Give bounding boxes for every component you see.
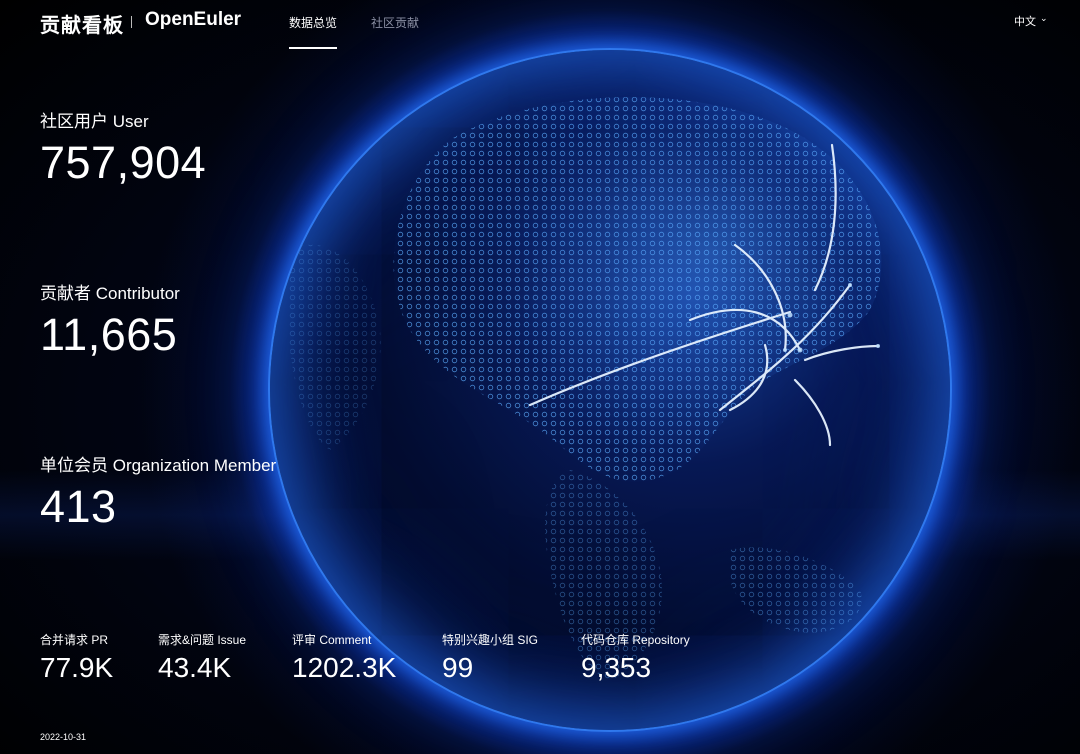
metric-sig: 特别兴趣小组 SIG 99 <box>442 632 538 684</box>
metric-value: 77.9K <box>40 652 114 683</box>
metric-label: 评审 Comment <box>292 633 372 647</box>
stat-value: 757,904 <box>40 137 207 188</box>
active-tab-indicator <box>289 47 337 49</box>
stat-label: 社区用户 User <box>40 112 149 131</box>
metric-value: 99 <box>442 652 474 683</box>
tab-data-overview[interactable]: 数据总览 <box>289 14 337 31</box>
metric-comment: 评审 Comment 1202.3K <box>292 632 396 684</box>
metric-value: 43.4K <box>158 652 232 683</box>
metric-label: 合并请求 PR <box>40 633 109 647</box>
metric-value: 9,353 <box>581 652 652 683</box>
metric-issue: 需求&问题 Issue 43.4K <box>158 632 246 684</box>
data-date: 2022-10-31 <box>40 732 87 742</box>
stat-value: 11,665 <box>40 309 178 360</box>
metric-label: 代码仓库 Repository <box>581 633 690 647</box>
metric-value: 1202.3K <box>292 652 397 683</box>
stat-organization-member: 单位会员 Organization Member 413 <box>40 456 276 532</box>
chevron-down-icon[interactable]: ⌄ <box>1040 13 1048 24</box>
stat-label: 贡献者 Contributor <box>40 284 180 303</box>
language-selector[interactable]: 中文 <box>1014 13 1036 29</box>
dashboard-page: 贡献看板 OpenEuler 数据总览 社区贡献 中文 ⌄ 社区用户 User … <box>0 0 1080 754</box>
globe-network-graphic <box>287 97 882 680</box>
page-title: 贡献看板 <box>40 15 124 37</box>
stat-label: 单位会员 Organization Member <box>40 456 277 475</box>
metric-label: 需求&问题 Issue <box>158 633 247 647</box>
stat-user: 社区用户 User 757,904 <box>40 112 206 188</box>
brand-divider <box>131 16 132 28</box>
globe-visual <box>270 50 950 730</box>
stat-contributor: 贡献者 Contributor 11,665 <box>40 284 180 360</box>
metric-pr: 合并请求 PR 77.9K <box>40 632 113 684</box>
stat-value: 413 <box>40 481 117 532</box>
openeuler-logo[interactable]: OpenEuler <box>145 9 241 31</box>
tab-community-contribution[interactable]: 社区贡献 <box>371 14 419 31</box>
metric-repository: 代码仓库 Repository 9,353 <box>581 632 690 684</box>
top-bar: 贡献看板 OpenEuler 数据总览 社区贡献 中文 ⌄ <box>0 0 1080 50</box>
metric-label: 特别兴趣小组 SIG <box>442 633 539 647</box>
